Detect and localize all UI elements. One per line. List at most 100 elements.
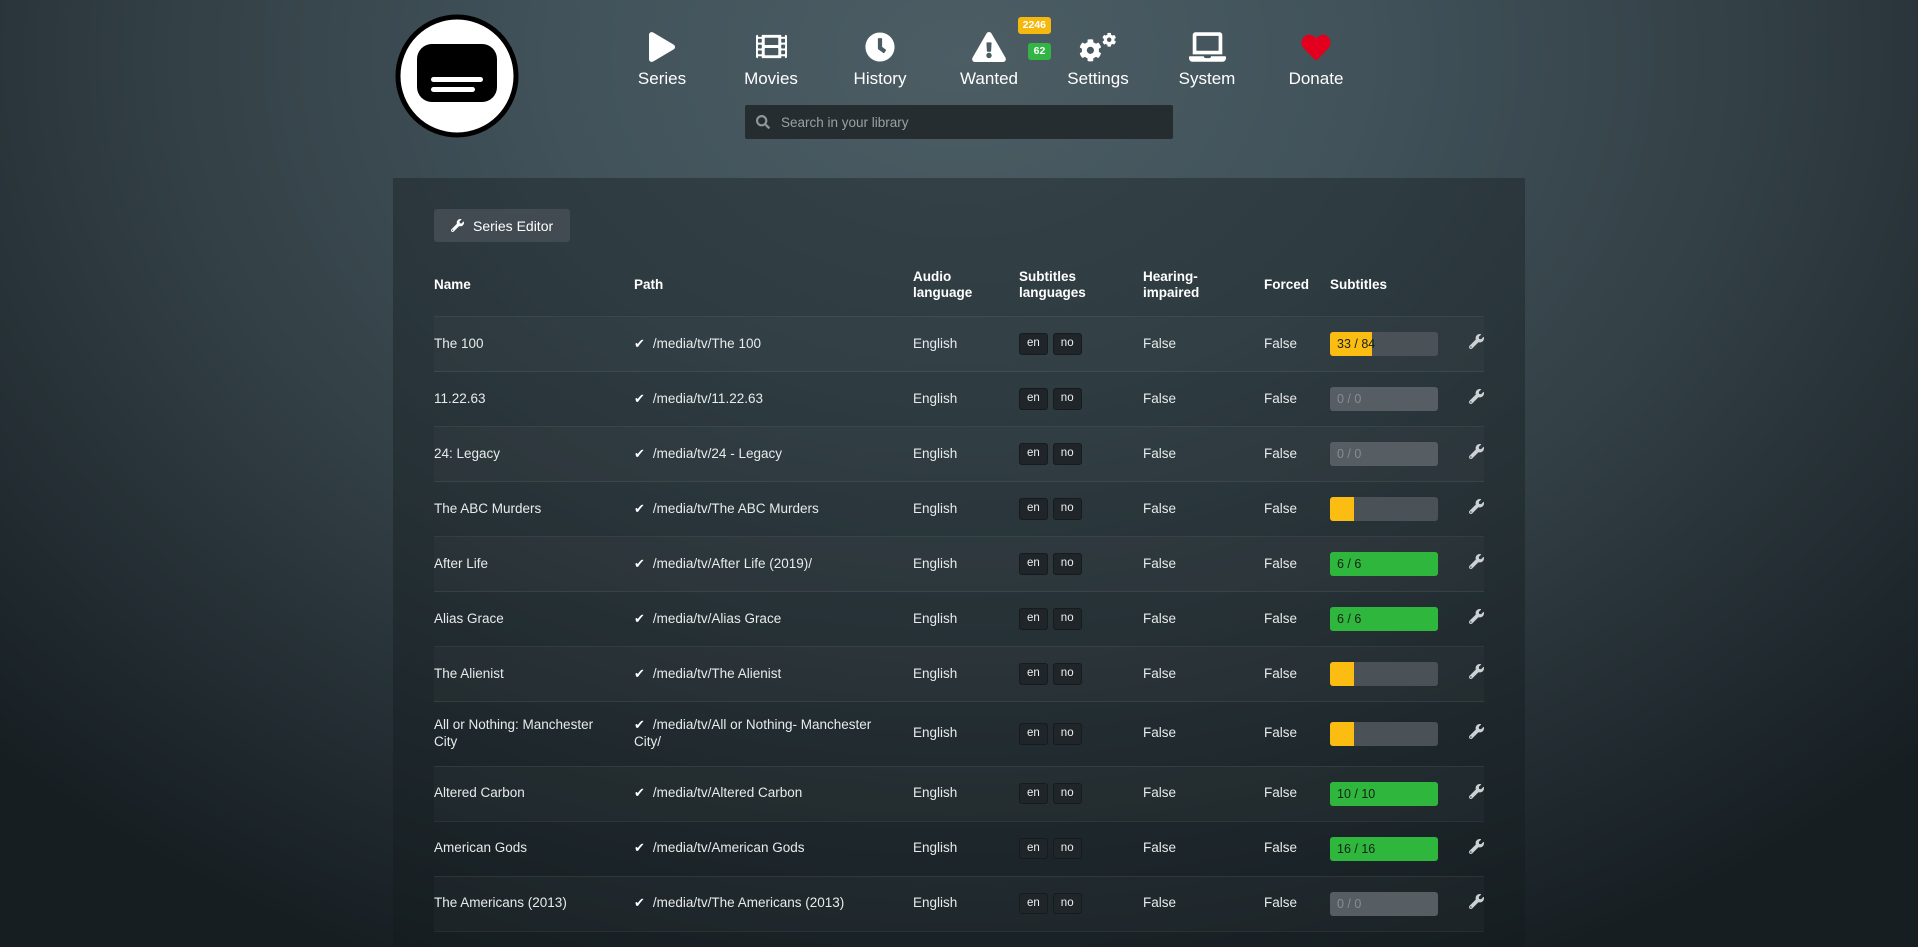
forced-value: False bbox=[1264, 876, 1330, 931]
subtitles-progress-label: 6 / 6 bbox=[1337, 607, 1361, 631]
subtitles-progress bbox=[1330, 497, 1438, 521]
nav-label: System bbox=[1179, 69, 1236, 89]
nav-label: Series bbox=[638, 69, 686, 89]
subtitles-progress: 6 / 6 bbox=[1330, 607, 1438, 631]
edit-series-button[interactable] bbox=[1469, 389, 1484, 404]
page: Series Movies History 2246 62 Wanted bbox=[0, 0, 1918, 947]
subtitles-progress-label: 33 / 84 bbox=[1337, 332, 1375, 356]
warning-triangle-icon bbox=[972, 24, 1006, 62]
language-badge: en bbox=[1019, 553, 1048, 574]
check-icon: ✔ bbox=[634, 785, 645, 800]
series-name[interactable]: After Life bbox=[434, 556, 488, 571]
language-badge: en bbox=[1019, 663, 1048, 684]
hearing-impaired-value: False bbox=[1143, 317, 1264, 372]
laptop-icon bbox=[1189, 24, 1226, 62]
app-logo[interactable] bbox=[394, 13, 520, 139]
hearing-impaired-value: False bbox=[1143, 931, 1264, 947]
subtitles-progress: 0 / 0 bbox=[1330, 442, 1438, 466]
series-name[interactable]: The Alienist bbox=[434, 666, 504, 681]
language-badge: en bbox=[1019, 443, 1048, 464]
table-row: The ABC Murders ✔/media/tv/The ABC Murde… bbox=[434, 482, 1484, 537]
column-header-audio-language: Audio language bbox=[913, 259, 1019, 317]
nav-item-movies[interactable]: Movies bbox=[721, 24, 821, 89]
nav-item-donate[interactable]: Donate bbox=[1266, 24, 1366, 89]
language-badge: no bbox=[1053, 443, 1082, 464]
forced-value: False bbox=[1264, 482, 1330, 537]
edit-series-button[interactable] bbox=[1469, 444, 1484, 459]
language-badge: no bbox=[1053, 723, 1082, 744]
table-row: The 100 ✔/media/tv/The 100 English enno … bbox=[434, 317, 1484, 372]
table-row: 11.22.63 ✔/media/tv/11.22.63 English enn… bbox=[434, 372, 1484, 427]
language-badge: en bbox=[1019, 723, 1048, 744]
wrench-icon bbox=[1469, 894, 1484, 909]
language-badge: no bbox=[1053, 333, 1082, 354]
edit-series-button[interactable] bbox=[1469, 784, 1484, 799]
table-row: The Americans (2013) ✔/media/tv/The Amer… bbox=[434, 876, 1484, 931]
series-name[interactable]: 11.22.63 bbox=[434, 391, 486, 406]
series-name[interactable]: American Gods bbox=[434, 840, 527, 855]
hearing-impaired-value: False bbox=[1143, 427, 1264, 482]
check-icon: ✔ bbox=[634, 556, 645, 571]
language-badge: no bbox=[1053, 783, 1082, 804]
series-name[interactable]: 24: Legacy bbox=[434, 446, 500, 461]
series-editor-button[interactable]: Series Editor bbox=[434, 209, 570, 242]
column-header-subtitles-languages: Subtitles languages bbox=[1019, 259, 1143, 317]
nav-label: Movies bbox=[744, 69, 798, 89]
wrench-icon bbox=[1469, 664, 1484, 679]
language-badge: no bbox=[1053, 553, 1082, 574]
series-name[interactable]: The 100 bbox=[434, 336, 484, 351]
language-badge: no bbox=[1053, 893, 1082, 914]
edit-series-button[interactable] bbox=[1469, 894, 1484, 909]
check-icon: ✔ bbox=[634, 666, 645, 681]
subtitles-progress bbox=[1330, 722, 1438, 746]
series-editor-panel: Series Editor Name Path Audio language S… bbox=[393, 178, 1525, 947]
column-header-forced: Forced bbox=[1264, 259, 1330, 317]
series-name[interactable]: All or Nothing: Manchester City bbox=[434, 717, 593, 749]
wrench-icon bbox=[1469, 499, 1484, 514]
subtitles-languages: enno bbox=[1019, 839, 1087, 854]
play-icon bbox=[649, 24, 675, 62]
wrench-icon bbox=[451, 219, 464, 232]
series-name[interactable]: The Americans (2013) bbox=[434, 895, 567, 910]
edit-series-button[interactable] bbox=[1469, 839, 1484, 854]
nav-item-settings[interactable]: Settings bbox=[1048, 24, 1148, 89]
series-path-text: /media/tv/11.22.63 bbox=[653, 391, 763, 406]
column-header-subtitles: Subtitles bbox=[1330, 259, 1466, 317]
edit-series-button[interactable] bbox=[1469, 609, 1484, 624]
subtitles-progress-label: 0 / 0 bbox=[1337, 387, 1361, 411]
edit-series-button[interactable] bbox=[1469, 334, 1484, 349]
search-input[interactable] bbox=[779, 114, 1162, 131]
series-name[interactable]: Altered Carbon bbox=[434, 785, 525, 800]
nav-item-system[interactable]: System bbox=[1157, 24, 1257, 89]
subtitles-progress-fill bbox=[1330, 497, 1354, 521]
edit-series-button[interactable] bbox=[1469, 664, 1484, 679]
edit-series-button[interactable] bbox=[1469, 554, 1484, 569]
main-nav: Series Movies History 2246 62 Wanted bbox=[612, 24, 1366, 89]
check-icon: ✔ bbox=[634, 611, 645, 626]
nav-item-wanted[interactable]: 2246 62 Wanted bbox=[939, 24, 1039, 89]
series-path-text: /media/tv/24 - Legacy bbox=[653, 446, 782, 461]
forced-value: False bbox=[1264, 372, 1330, 427]
edit-series-button[interactable] bbox=[1469, 724, 1484, 739]
nav-item-history[interactable]: History bbox=[830, 24, 930, 89]
nav-item-series[interactable]: Series bbox=[612, 24, 712, 89]
series-name[interactable]: Alias Grace bbox=[434, 611, 504, 626]
check-icon: ✔ bbox=[634, 391, 645, 406]
audio-language: English bbox=[913, 821, 1019, 876]
forced-value: False bbox=[1264, 647, 1330, 702]
check-icon: ✔ bbox=[634, 336, 645, 351]
language-badge: no bbox=[1053, 838, 1082, 859]
table-row: Another Life (2019) ✔/media/tv/Another L… bbox=[434, 931, 1484, 947]
subtitles-progress: 10 / 10 bbox=[1330, 782, 1438, 806]
series-name[interactable]: The ABC Murders bbox=[434, 501, 541, 516]
nav-label: History bbox=[854, 69, 907, 89]
audio-language: English bbox=[913, 766, 1019, 821]
wrench-icon bbox=[1469, 784, 1484, 799]
film-icon bbox=[756, 24, 787, 62]
table-row: All or Nothing: Manchester City ✔/media/… bbox=[434, 702, 1484, 767]
audio-language: English bbox=[913, 537, 1019, 592]
hearing-impaired-value: False bbox=[1143, 821, 1264, 876]
edit-series-button[interactable] bbox=[1469, 499, 1484, 514]
heart-icon bbox=[1300, 24, 1332, 62]
subtitles-progress-fill bbox=[1330, 662, 1354, 686]
